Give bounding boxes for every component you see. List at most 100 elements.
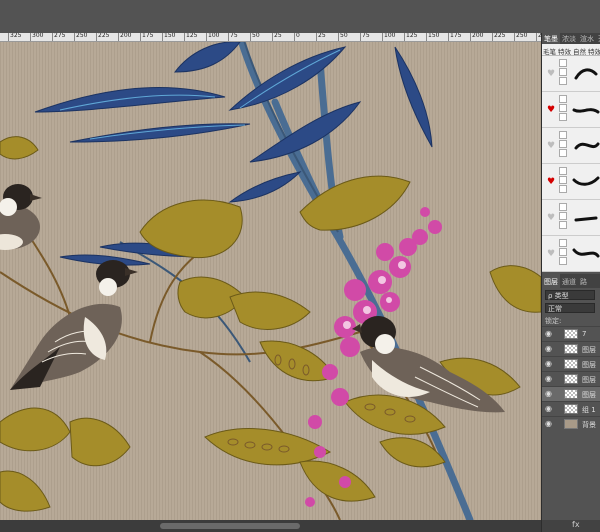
tab-1[interactable]: 浓淡	[560, 33, 578, 44]
layer-row[interactable]: ◉ 图层	[542, 371, 600, 386]
layer-row[interactable]: ◉ 组 1	[542, 401, 600, 416]
heart-icon[interactable]: ♥	[547, 213, 555, 223]
layer-list: ◉ 7 ◉ 图层 ◉ 图层 ◉ 图层 ◉ 图层 ◉ 组 1 ◉ 背景	[542, 326, 600, 431]
brush-preset[interactable]: ♥	[542, 236, 600, 272]
layer-row[interactable]: ◉ 图层	[542, 341, 600, 356]
tab-2[interactable]: 路	[578, 274, 589, 288]
brush-stroke-preview	[574, 142, 600, 150]
ruler-tick	[206, 33, 207, 41]
ruler-tick	[74, 33, 75, 41]
eye-icon[interactable]: ◉	[545, 389, 552, 398]
ruler-tick	[294, 33, 295, 41]
brush-stroke-preview	[572, 108, 600, 114]
ruler-label: 25	[318, 33, 326, 39]
ruler-label: 0	[296, 33, 300, 39]
ruler-label: 25	[274, 33, 282, 39]
ruler-tick	[250, 33, 251, 41]
tab-2[interactable]: 渲水	[578, 33, 596, 44]
tab-1[interactable]: 通道	[560, 274, 578, 288]
ruler-label: 175	[142, 33, 154, 39]
brush-tabs: 笔墨浓淡渲水荃	[542, 33, 600, 44]
layer-thumbnail	[564, 344, 578, 354]
layer-thumbnail	[564, 329, 578, 339]
brush-subtabs: 毛笔 特效 自然 特效	[542, 44, 600, 56]
tab-3[interactable]: 荃	[596, 33, 600, 44]
horizontal-scrollbar[interactable]	[0, 520, 541, 532]
ruler-label: 150	[428, 33, 440, 39]
ruler-tick	[52, 33, 53, 41]
heart-icon[interactable]: ♥	[547, 141, 555, 151]
ruler-tick	[96, 33, 97, 41]
layer-row[interactable]: ◉ 背景	[542, 416, 600, 431]
brush-settings-icon[interactable]	[559, 239, 569, 267]
eye-icon[interactable]: ◉	[545, 419, 552, 428]
ruler-label: 100	[208, 33, 220, 39]
ruler-tick	[338, 33, 339, 41]
heart-icon[interactable]: ♥	[547, 249, 555, 259]
scroll-thumb[interactable]	[160, 523, 300, 529]
tab-0[interactable]: 图层	[542, 274, 560, 288]
brush-preset[interactable]: ♥	[542, 92, 600, 128]
ruler-tick	[448, 33, 449, 41]
heart-icon[interactable]: ♥	[547, 69, 555, 79]
ruler-tick	[536, 33, 537, 41]
brush-settings-icon[interactable]	[559, 95, 569, 123]
ruler-label: 150	[164, 33, 176, 39]
layer-thumbnail	[564, 419, 578, 429]
ruler-tick	[360, 33, 361, 41]
right-panel: 笔墨浓淡渲水荃 毛笔特效自然特效 ♥♥♥♥♥♥ 图层通道路 ρ 类型 正常 锁定…	[541, 33, 600, 532]
layer-thumbnail	[564, 359, 578, 369]
options-bar	[0, 0, 600, 33]
blend-mode-select[interactable]: 正常	[545, 303, 595, 313]
layer-row[interactable]: ◉ 图层	[542, 356, 600, 371]
layer-name: 图层	[582, 376, 596, 384]
ruler-label: 125	[186, 33, 198, 39]
brush-stroke-preview	[572, 248, 600, 258]
brush-settings-icon[interactable]	[559, 203, 569, 231]
ruler-label: 75	[230, 33, 238, 39]
brush-subtab-2[interactable]: 自然	[572, 44, 587, 56]
brush-settings-icon[interactable]	[559, 167, 569, 195]
painting	[0, 42, 541, 520]
eye-icon[interactable]: ◉	[545, 374, 552, 383]
layer-name: 组 1	[582, 406, 596, 414]
layer-name: 背景	[582, 421, 596, 429]
ruler-tick	[30, 33, 31, 41]
ruler-label: 300	[32, 33, 44, 39]
document-canvas[interactable]	[0, 42, 541, 520]
brush-preset[interactable]: ♥	[542, 128, 600, 164]
eye-icon[interactable]: ◉	[545, 359, 552, 368]
heart-icon[interactable]: ♥	[547, 177, 555, 187]
tab-0[interactable]: 笔墨	[542, 33, 560, 44]
ruler-tick	[272, 33, 273, 41]
photoshop-window: 325 300 275 250 225 200 175 150 125 100 75 50 25 0 25 5…	[0, 0, 600, 532]
ruler-label: 175	[450, 33, 462, 39]
ruler-tick	[404, 33, 405, 41]
fx-icon[interactable]: fx	[542, 520, 600, 532]
ruler-label: 200	[472, 33, 484, 39]
brush-settings-icon[interactable]	[559, 59, 569, 87]
lock-label: 锁定:	[545, 317, 562, 325]
brush-preset[interactable]: ♥	[542, 56, 600, 92]
brush-preset[interactable]: ♥	[542, 164, 600, 200]
brush-preset[interactable]: ♥	[542, 200, 600, 236]
eye-icon[interactable]: ◉	[545, 329, 552, 338]
ruler-label: 50	[340, 33, 348, 39]
ruler-label: 250	[516, 33, 528, 39]
eye-icon[interactable]: ◉	[545, 344, 552, 353]
brush-subtab-0[interactable]: 毛笔	[542, 44, 557, 56]
brush-stroke-preview	[574, 68, 598, 80]
layer-row[interactable]: ◉ 7	[542, 326, 600, 341]
brush-subtab-3[interactable]: 特效	[587, 44, 600, 56]
heart-icon[interactable]: ♥	[547, 105, 555, 115]
brush-subtab-1[interactable]: 特效	[557, 44, 572, 56]
ruler-tick	[426, 33, 427, 41]
layer-filter-select[interactable]: ρ 类型	[545, 290, 595, 300]
brush-settings-icon[interactable]	[559, 131, 569, 159]
layer-row[interactable]: ◉ 图层	[542, 386, 600, 401]
ruler-label: 275	[54, 33, 66, 39]
eye-icon[interactable]: ◉	[545, 404, 552, 413]
ruler-label: 75	[362, 33, 370, 39]
ruler-label: 250	[76, 33, 88, 39]
ruler-tick	[382, 33, 383, 41]
